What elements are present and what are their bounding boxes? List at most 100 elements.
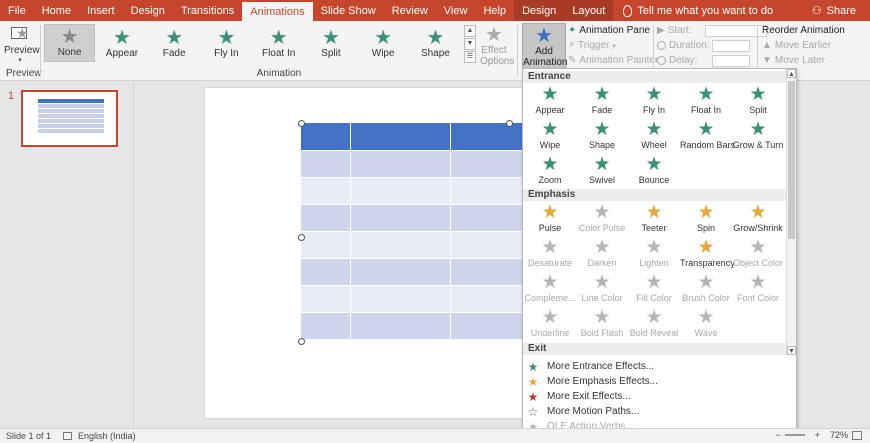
effect-label: Color Pulse: [578, 223, 626, 233]
share-button[interactable]: ⚇ Share: [812, 0, 870, 21]
emp-effect-bold-flash: ★ Bold Flash: [576, 308, 628, 341]
emp-effect-transparency[interactable]: ★ Transparency: [680, 238, 735, 271]
delay-input[interactable]: [712, 54, 750, 67]
tab-file[interactable]: File: [0, 0, 34, 21]
menu-item-label: More Motion Paths...: [547, 406, 640, 417]
ent-effect-random-bars[interactable]: ★ Random Bars: [680, 120, 735, 153]
tab-transitions[interactable]: Transitions: [173, 0, 242, 21]
resize-handle[interactable]: [298, 338, 305, 345]
zoom-in-button[interactable]: +: [815, 430, 820, 440]
brush-color-star-icon: ★: [697, 272, 715, 293]
tab-review[interactable]: Review: [384, 0, 436, 21]
emp-effect-brush-color: ★ Brush Color: [680, 273, 732, 306]
gallery-item-fly-in[interactable]: ★ Fly In: [201, 24, 252, 62]
add-animation-dropdown: Entrance ★ Appear ★ Fade ★ Fly In ★ Float In ★ Sp…: [522, 68, 797, 440]
emp-effect-teeter[interactable]: ★ Teeter: [628, 203, 680, 236]
gallery-more-button[interactable]: ☰: [464, 51, 476, 63]
add-animation-button[interactable]: ★ Add Animation: [522, 23, 567, 69]
dropdown-scrollbar[interactable]: ▲ ▼: [786, 69, 796, 355]
move-earlier-button[interactable]: ▲ Move Earlier: [762, 38, 845, 53]
bold-flash-star-icon: ★: [593, 307, 611, 328]
move-later-button[interactable]: ▼ Move Later: [762, 53, 845, 68]
gallery-item-label: Fade: [162, 48, 186, 59]
gallery-item-wipe[interactable]: ★ Wipe: [358, 24, 409, 62]
none-star-icon: ★: [60, 26, 79, 48]
tab-help[interactable]: Help: [475, 0, 514, 21]
emphasis-section-header: Emphasis: [523, 189, 787, 201]
tell-me-search[interactable]: Tell me what you want to do: [623, 0, 773, 21]
scroll-thumb[interactable]: [788, 81, 795, 239]
gallery-item-none[interactable]: ★ None: [44, 24, 96, 62]
ent-effect-zoom[interactable]: ★ Zoom: [524, 155, 576, 188]
effect-label: Brush Color: [682, 293, 730, 303]
shape-star-icon: ★: [426, 27, 445, 49]
animation-pane-button[interactable]: ✦ Animation Pane: [568, 23, 658, 38]
menu-item-more-motion-paths[interactable]: ☆ More Motion Paths...: [523, 404, 787, 419]
ent-effect-fade[interactable]: ★ Fade: [576, 85, 628, 118]
ent-effect-float-in[interactable]: ★ Float In: [680, 85, 732, 118]
gallery-item-float-in[interactable]: ★ Float In: [253, 24, 304, 62]
ent-effect-fly-in[interactable]: ★ Fly In: [628, 85, 680, 118]
tab-design[interactable]: Design: [514, 0, 565, 21]
tab-insert[interactable]: Insert: [79, 0, 123, 21]
float-in-star-icon: ★: [697, 84, 715, 105]
duration-input[interactable]: [712, 39, 750, 52]
effect-options-button[interactable]: ★ Effect Options: [480, 24, 514, 67]
emp-effect-spin[interactable]: ★ Spin: [680, 203, 732, 236]
ent-effect-wipe[interactable]: ★ Wipe: [524, 120, 576, 153]
ent-effect-split[interactable]: ★ Split: [732, 85, 784, 118]
appear-star-icon: ★: [541, 84, 559, 105]
effect-label: Bold Reveal: [629, 328, 679, 338]
fit-slide-icon[interactable]: [852, 430, 862, 440]
scroll-down-icon[interactable]: ▼: [787, 346, 796, 355]
menu-item-more-emphasis-effects[interactable]: ★ More Emphasis Effects...: [523, 374, 787, 389]
scroll-up-icon[interactable]: ▲: [787, 69, 796, 78]
trigger-button[interactable]: ⚡ Trigger ▾: [568, 38, 658, 53]
effect-options-icon: ★: [485, 24, 503, 46]
slide-table[interactable]: [301, 123, 551, 340]
preview-button[interactable]: ★ Preview ▾: [4, 25, 40, 67]
gallery-item-label: Split: [321, 48, 341, 59]
gallery-item-shape[interactable]: ★ Shape: [410, 24, 461, 62]
ent-effect-bounce[interactable]: ★ Bounce: [628, 155, 680, 188]
thumbnail-table: [38, 99, 104, 135]
tell-me-text: Tell me what you want to do: [637, 4, 774, 17]
tab-home[interactable]: Home: [34, 0, 79, 21]
tab-slide-show[interactable]: Slide Show: [313, 0, 384, 21]
language-indicator[interactable]: English (India): [78, 431, 136, 441]
ent-effect-appear[interactable]: ★ Appear: [524, 85, 576, 118]
tab-view[interactable]: View: [436, 0, 476, 21]
effect-label: Darken: [587, 258, 617, 268]
slide-thumbnail-pane: 1: [0, 82, 134, 428]
gallery-item-split[interactable]: ★ Split: [305, 24, 356, 62]
menu-item-more-entrance-effects[interactable]: ★ More Entrance Effects...: [523, 359, 787, 374]
gallery-up-button[interactable]: ▲: [464, 25, 476, 37]
spell-check-icon[interactable]: [63, 432, 73, 440]
gallery-down-button[interactable]: ▼: [464, 38, 476, 50]
ent-effect-shape[interactable]: ★ Shape: [576, 120, 628, 153]
ent-effect-swivel[interactable]: ★ Swivel: [576, 155, 628, 188]
tab-animations[interactable]: Animations: [242, 2, 313, 21]
tab-design[interactable]: Design: [123, 0, 173, 21]
gallery-item-fade[interactable]: ★ Fade: [149, 24, 200, 62]
menu-item-more-exit-effects[interactable]: ★ More Exit Effects...: [523, 389, 787, 404]
wheel-star-icon: ★: [645, 119, 663, 140]
ent-effect-wheel[interactable]: ★ Wheel: [628, 120, 680, 153]
resize-handle[interactable]: [506, 120, 513, 127]
resize-handle[interactable]: [298, 120, 305, 127]
emp-effect-pulse[interactable]: ★ Pulse: [524, 203, 576, 236]
emp-effect-grow-shrink[interactable]: ★ Grow/Shrink: [732, 203, 784, 236]
tab-layout[interactable]: Layout: [564, 0, 614, 21]
gallery-item-appear[interactable]: ★ Appear: [96, 24, 147, 62]
gallery-item-label: None: [57, 47, 82, 58]
ent-effect-grow-turn[interactable]: ★ Grow & Turn: [732, 120, 784, 153]
zoom-out-button[interactable]: −: [775, 430, 780, 440]
zoom-level[interactable]: 72%: [830, 430, 848, 440]
triangle-up-icon: ▲: [762, 40, 772, 51]
emp-effect-font-color: ★ Font Color: [732, 273, 784, 306]
resize-handle[interactable]: [298, 234, 305, 241]
slide-thumbnail[interactable]: [21, 90, 118, 147]
zoom-slider[interactable]: [784, 434, 805, 436]
wipe-star-icon: ★: [374, 27, 393, 49]
animation-painter-button[interactable]: ✎ Animation Painter: [568, 53, 658, 68]
